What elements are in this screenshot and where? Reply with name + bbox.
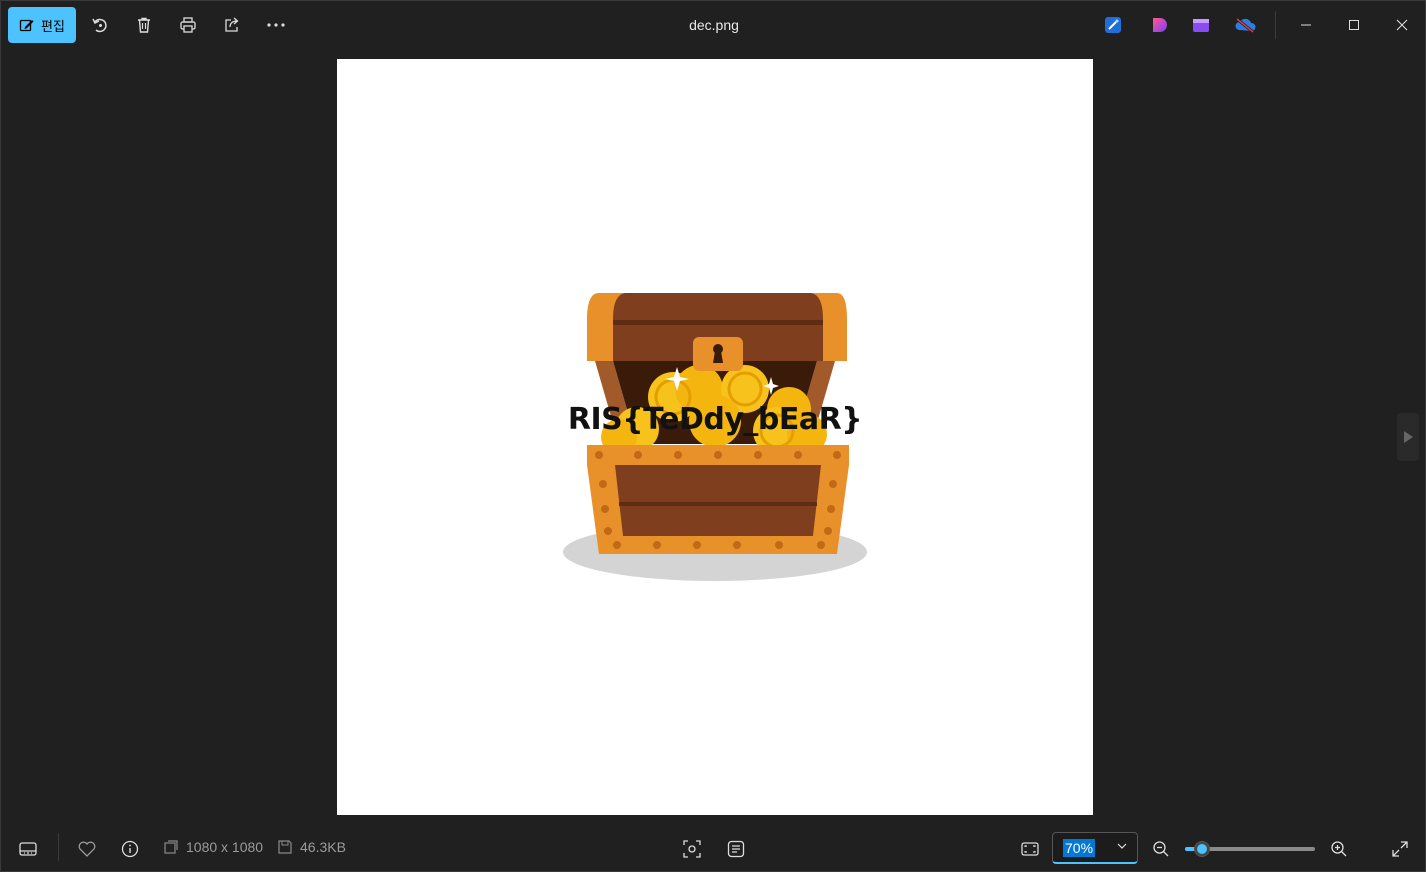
title-bar: 편집 dec.png [1, 1, 1426, 49]
save-icon [278, 840, 292, 854]
zoom-value[interactable]: 70% [1063, 838, 1096, 857]
edit-label: 편집 [41, 18, 65, 34]
zoom-slider-thumb[interactable] [1194, 841, 1210, 857]
fit-to-window-icon[interactable] [1016, 835, 1044, 863]
onedrive-icon[interactable] [1233, 13, 1257, 37]
file-size: 46.3KB [278, 839, 346, 855]
maximize-icon [1348, 19, 1360, 31]
more-icon[interactable] [262, 11, 290, 39]
close-button[interactable] [1379, 1, 1425, 49]
delete-icon[interactable] [130, 11, 158, 39]
zoom-slider[interactable] [1185, 841, 1315, 857]
clipchamp-icon[interactable] [1146, 13, 1170, 37]
zoom-out-icon[interactable] [1147, 835, 1175, 863]
zoom-in-icon[interactable] [1325, 835, 1353, 863]
edit-button[interactable]: 편집 [8, 7, 76, 43]
image-canvas[interactable]: RIS{TeDdy_bEaR} [337, 59, 1093, 815]
minimize-icon [1300, 19, 1312, 31]
image-dimensions: 1080 x 1080 [164, 839, 263, 855]
designer-icon[interactable] [1101, 13, 1125, 37]
edit-icon [19, 17, 35, 33]
flag-text: RIS{TeDdy_bEaR} [567, 402, 863, 437]
titlebar-divider [1275, 11, 1276, 39]
close-icon [1396, 19, 1408, 31]
minimize-button[interactable] [1283, 1, 1329, 49]
bottom-bar: 1080 x 1080 46.3KB 70% [1, 825, 1426, 872]
photos-window: 편집 dec.png RIS{TeDdy_bEaR} 1080 x 1080 4… [0, 0, 1426, 872]
bottombar-divider [58, 833, 59, 861]
favorite-heart-icon[interactable] [73, 835, 101, 863]
file-size-label: 46.3KB [300, 839, 346, 855]
rotate-icon[interactable] [86, 11, 114, 39]
dimensions-label: 1080 x 1080 [186, 839, 264, 855]
treasure-chest-image [563, 293, 867, 581]
text-extract-icon[interactable] [722, 835, 750, 863]
maximize-button[interactable] [1331, 1, 1377, 49]
info-icon[interactable] [116, 835, 144, 863]
chevron-down-icon[interactable] [1117, 841, 1127, 851]
video-editor-icon[interactable] [1189, 13, 1213, 37]
share-icon[interactable] [218, 11, 246, 39]
zoom-dropdown[interactable]: 70% [1052, 832, 1138, 864]
next-image-button[interactable] [1397, 413, 1419, 461]
resolution-icon [164, 840, 178, 854]
fullscreen-icon[interactable] [1386, 835, 1414, 863]
print-icon[interactable] [174, 11, 202, 39]
chevron-right-icon [1403, 431, 1413, 443]
visual-search-icon[interactable] [678, 835, 706, 863]
filmstrip-icon[interactable] [14, 835, 42, 863]
